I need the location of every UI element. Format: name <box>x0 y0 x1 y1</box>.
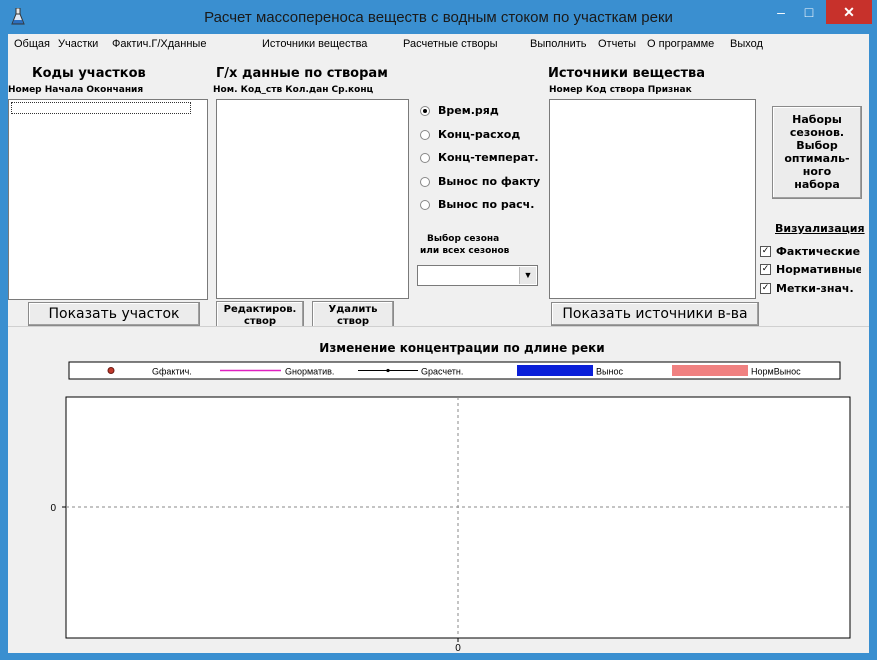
radio-time-series-label: Врем.ряд <box>438 104 499 117</box>
segments-columns: Номер Начала Окончания <box>8 85 144 95</box>
menu-about[interactable]: О программе <box>647 38 714 50</box>
check-actual-label: Фактические <box>776 245 861 258</box>
radio-conc-flow-label: Конц-расход <box>438 128 521 141</box>
season-sets-line-5: ного <box>802 165 832 178</box>
menu-sources[interactable]: Источники вещества <box>262 38 367 50</box>
sources-list[interactable] <box>549 99 756 299</box>
menu-design-sections[interactable]: Расчетные створы <box>403 38 498 50</box>
season-sets-line-2: сезонов. <box>789 126 845 139</box>
visualization-title: Визуализация <box>775 222 865 235</box>
menu-general[interactable]: Общая <box>14 38 50 50</box>
edit-section-button[interactable]: Редактиров. створ <box>216 301 304 329</box>
title-bar[interactable]: Расчет массопереноса веществ с водным ст… <box>0 0 877 34</box>
close-button[interactable]: ✕ <box>826 0 872 24</box>
delete-section-button[interactable]: Удалить створ <box>312 301 394 329</box>
menu-hydro-data[interactable]: Фактич.Г/Хданные <box>112 38 206 50</box>
segments-title: Коды участков <box>32 66 146 81</box>
legend-normload-label: НормВынос <box>751 367 801 377</box>
check-labels[interactable]: ✓ Метки-знач. <box>760 282 865 295</box>
window-title: Расчет массопереноса веществ с водным ст… <box>204 9 673 26</box>
y-tick-label: 0 <box>50 503 56 514</box>
radio-time-series[interactable]: Врем.ряд <box>420 104 540 118</box>
radio-conc-temp-dot <box>420 153 430 163</box>
legend-load-label: Вынос <box>596 367 623 377</box>
season-sets-line-3: Выбор <box>796 139 838 152</box>
season-select[interactable]: ▼ <box>417 265 538 286</box>
segments-list[interactable] <box>8 99 208 300</box>
radio-conc-flow-dot <box>420 130 430 140</box>
check-normative-box: ✓ <box>760 264 771 275</box>
menu-bar: Общая Участки Фактич.Г/Хданные Источники… <box>8 34 869 54</box>
menu-reports[interactable]: Отчеты <box>598 38 636 50</box>
check-labels-label: Метки-знач. <box>776 282 854 295</box>
chart-title: Изменение концентрации по длине реки <box>319 341 604 355</box>
check-labels-box: ✓ <box>760 283 771 294</box>
season-sets-line-1: Наборы <box>792 113 842 126</box>
season-label-2: или всех сезонов <box>420 246 510 256</box>
radio-conc-temp[interactable]: Конц-температ. <box>420 151 540 165</box>
menu-exit[interactable]: Выход <box>730 38 763 50</box>
radio-time-series-dot <box>420 106 430 116</box>
legend-calc-marker <box>386 368 390 373</box>
hydro-list[interactable] <box>216 99 409 299</box>
check-normative[interactable]: ✓ Нормативные <box>760 263 861 276</box>
edit-section-label-1: Редактиров. <box>223 304 297 315</box>
season-label-1: Выбор сезона <box>427 234 500 244</box>
legend-actual-label: Gфактич. <box>152 367 192 377</box>
legend-actual-marker <box>107 367 115 374</box>
radio-conc-temp-label: Конц-температ. <box>438 151 539 164</box>
radio-conc-flow[interactable]: Конц-расход <box>420 128 540 142</box>
minimize-button[interactable]: – <box>768 0 794 24</box>
sources-columns: Номер Код створа Признак <box>549 85 692 95</box>
legend-load-swatch <box>517 365 593 376</box>
radio-load-actual-dot <box>420 177 430 187</box>
radio-load-calc-dot <box>420 200 430 210</box>
season-sets-line-4: оптималь- <box>784 152 850 165</box>
check-actual[interactable]: ✓ Фактические <box>760 245 865 258</box>
x-tick-label: 0 <box>455 643 461 653</box>
menu-segments[interactable]: Участки <box>58 38 98 50</box>
season-sets-line-6: набора <box>794 178 840 191</box>
radio-load-calc-label: Вынос по расч. <box>438 198 535 211</box>
client-area: Общая Участки Фактич.Г/Хданные Источники… <box>8 34 869 653</box>
app-window: Расчет массопереноса веществ с водным ст… <box>0 0 877 660</box>
chart-panel: Изменение концентрации по длине реки Gфа… <box>8 326 869 653</box>
radio-load-calc[interactable]: Вынос по расч. <box>420 198 540 212</box>
chevron-down-icon[interactable]: ▼ <box>519 267 536 284</box>
radio-load-actual-label: Вынос по факту <box>438 175 541 188</box>
show-segment-button[interactable]: Показать участок <box>28 302 200 326</box>
legend-normative-label: Gнорматив. <box>285 367 334 377</box>
hydro-title: Г/х данные по створам <box>216 66 388 81</box>
season-sets-button[interactable]: Наборы сезонов. Выбор оптималь- ного наб… <box>772 106 862 199</box>
show-sources-button[interactable]: Показать источники в-ва <box>551 302 759 326</box>
delete-section-label-1: Удалить <box>328 304 378 315</box>
chart-svg: Изменение концентрации по длине реки Gфа… <box>50 341 851 653</box>
sources-title: Источники вещества <box>548 66 705 81</box>
legend-calc-label: Gрасчетн. <box>421 367 463 377</box>
maximize-button[interactable]: □ <box>796 0 822 24</box>
radio-load-actual[interactable]: Вынос по факту <box>420 175 540 189</box>
legend-normload-swatch <box>672 365 748 376</box>
segments-focus-rect <box>11 102 191 114</box>
check-actual-box: ✓ <box>760 246 771 257</box>
check-normative-label: Нормативные <box>776 263 861 276</box>
menu-run[interactable]: Выполнить <box>530 38 586 50</box>
hydro-columns: Ном. Код_ств Кол.дан Ср.конц <box>213 85 374 95</box>
